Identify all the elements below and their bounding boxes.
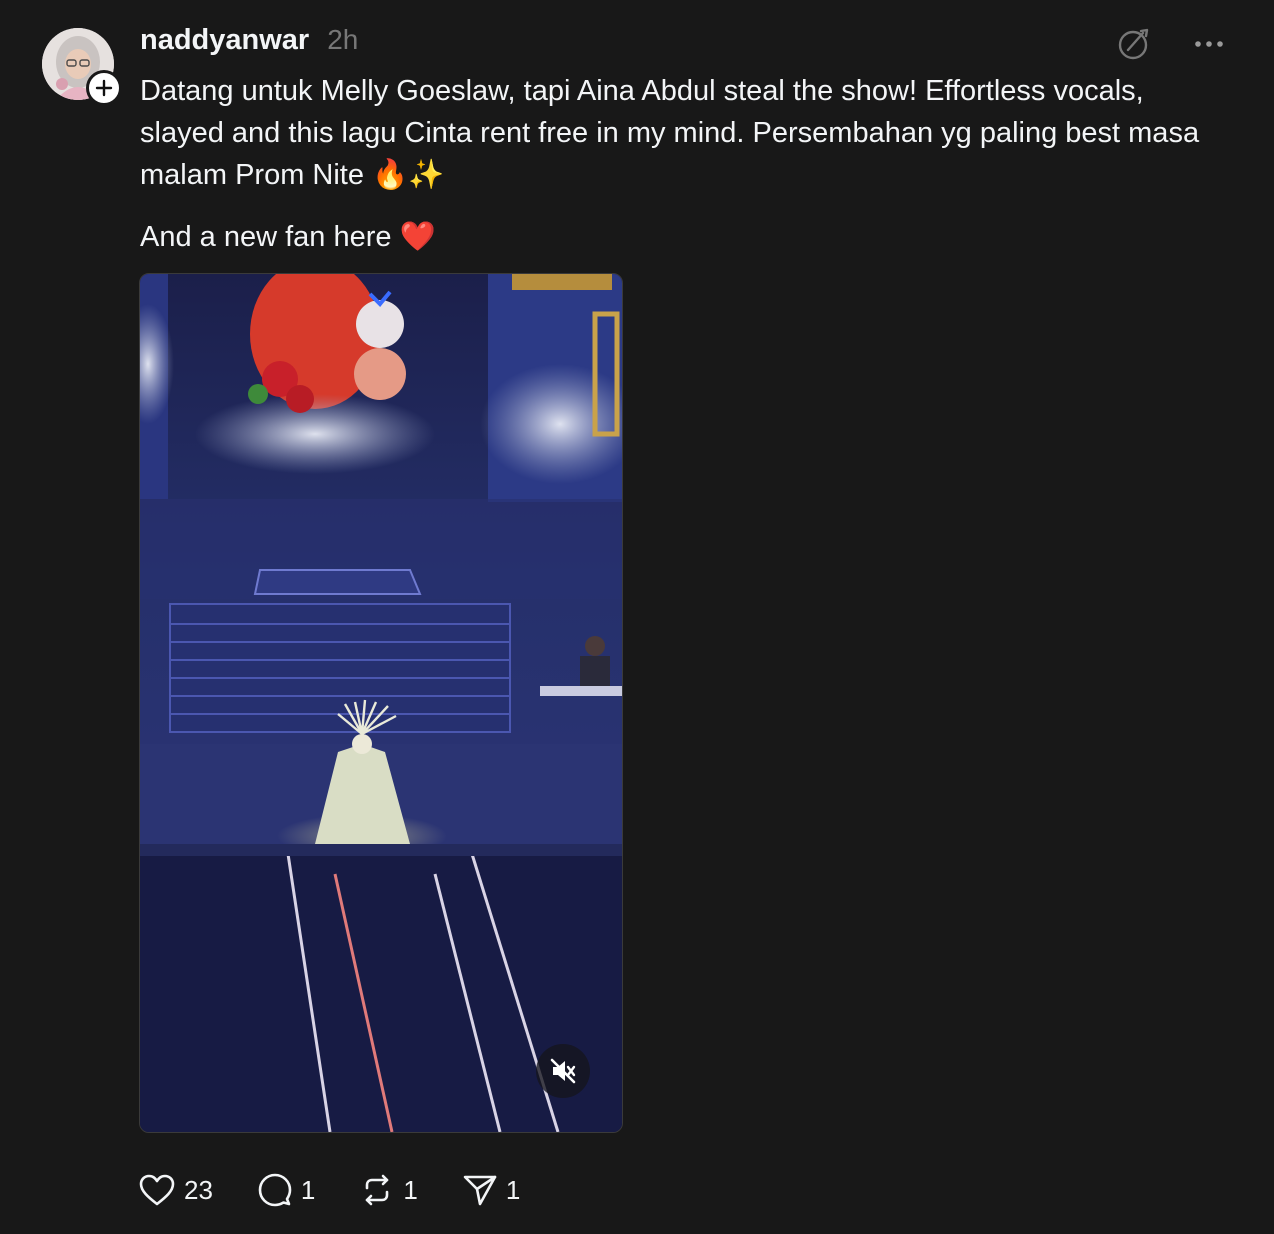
more-icon (1195, 41, 1223, 47)
comment-icon (258, 1173, 292, 1207)
video-player[interactable] (139, 273, 623, 1133)
share-count: 1 (505, 1174, 521, 1205)
reply-count: 1 (300, 1174, 316, 1205)
timestamp[interactable]: 2h (327, 24, 358, 56)
no-edit-button[interactable] (1116, 26, 1152, 62)
caption-paragraph-2: And a new fan here ❤️ (140, 221, 436, 253)
post-actions: 23 1 1 1 (138, 1172, 564, 1208)
video-frame (140, 274, 622, 1132)
no-edit-icon (1118, 28, 1149, 60)
reply-button[interactable]: 1 (257, 1172, 315, 1208)
thread-post: naddyanwar 2h Datang untuk Melly Goeslaw… (0, 0, 1274, 1234)
post-caption: Datang untuk Melly Goeslaw, tapi Aina Ab… (140, 70, 1230, 258)
avatar-container[interactable] (42, 28, 122, 106)
heart-icon (139, 1174, 175, 1206)
plus-icon (95, 79, 113, 97)
like-count: 23 (184, 1174, 213, 1205)
repost-button[interactable]: 1 (359, 1172, 418, 1208)
repost-count: 1 (403, 1174, 418, 1205)
like-button[interactable]: 23 (138, 1173, 213, 1207)
send-icon (463, 1175, 497, 1206)
post-header: naddyanwar 2h (140, 24, 358, 64)
follow-button[interactable] (86, 70, 122, 106)
repost-icon (366, 1174, 389, 1206)
muted-speaker-icon (550, 1058, 576, 1084)
more-options-button[interactable] (1194, 39, 1224, 49)
post-top-actions (1116, 26, 1224, 62)
share-button[interactable]: 1 (462, 1172, 520, 1208)
caption-paragraph-1: Datang untuk Melly Goeslaw, tapi Aina Ab… (140, 75, 1200, 191)
mute-toggle-button[interactable] (536, 1044, 590, 1098)
username[interactable]: naddyanwar (140, 24, 309, 57)
